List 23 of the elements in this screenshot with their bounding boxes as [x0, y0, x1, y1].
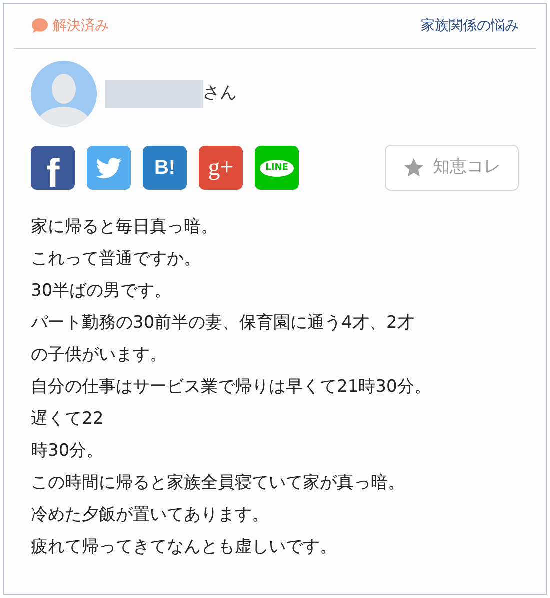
bookmark-button[interactable]: 知恵コレ — [385, 145, 519, 191]
question-text-line: 遅くて22 — [31, 408, 105, 431]
speech-bubble-label: LINE — [260, 160, 294, 176]
question-text-line: これって普通ですか。 — [31, 248, 202, 271]
category-link[interactable]: 家族関係の悩み — [421, 16, 519, 36]
question-text-line: 自分の仕事はサービス業で帰りは早くて21時30分。 — [31, 376, 432, 399]
question-text-line: パート勤務の30前半の妻、保育園に通う4才、2才 — [31, 312, 416, 335]
question-text-line: この時間に帰ると家族全員寝ていて家が真っ暗。 — [31, 472, 406, 495]
question-text-line: 時30分。 — [31, 440, 105, 463]
question-text-line: 30半ばの男です。 — [31, 280, 173, 303]
hatena-share-button[interactable]: B! — [143, 146, 187, 190]
line-share-button[interactable]: LINE — [255, 146, 299, 190]
question-text-line: の子供がいます。 — [31, 344, 168, 367]
question-text-line: 冷めた夕飯が置いてあります。 — [31, 504, 270, 527]
googleplus-share-button[interactable]: g+ — [199, 146, 243, 190]
speech-bubble-icon — [31, 18, 49, 34]
twitter-share-button[interactable] — [87, 146, 131, 190]
facebook-share-button[interactable]: f — [31, 146, 75, 190]
question-text-line: 疲れて帰ってきてなんとも虚しいです。 — [31, 536, 338, 559]
question-text-line: 家に帰ると毎日真っ暗。 — [31, 216, 219, 239]
star-icon — [403, 157, 425, 179]
user-name-suffix: さん — [203, 82, 237, 106]
resolved-status: 解決済み — [53, 16, 109, 36]
